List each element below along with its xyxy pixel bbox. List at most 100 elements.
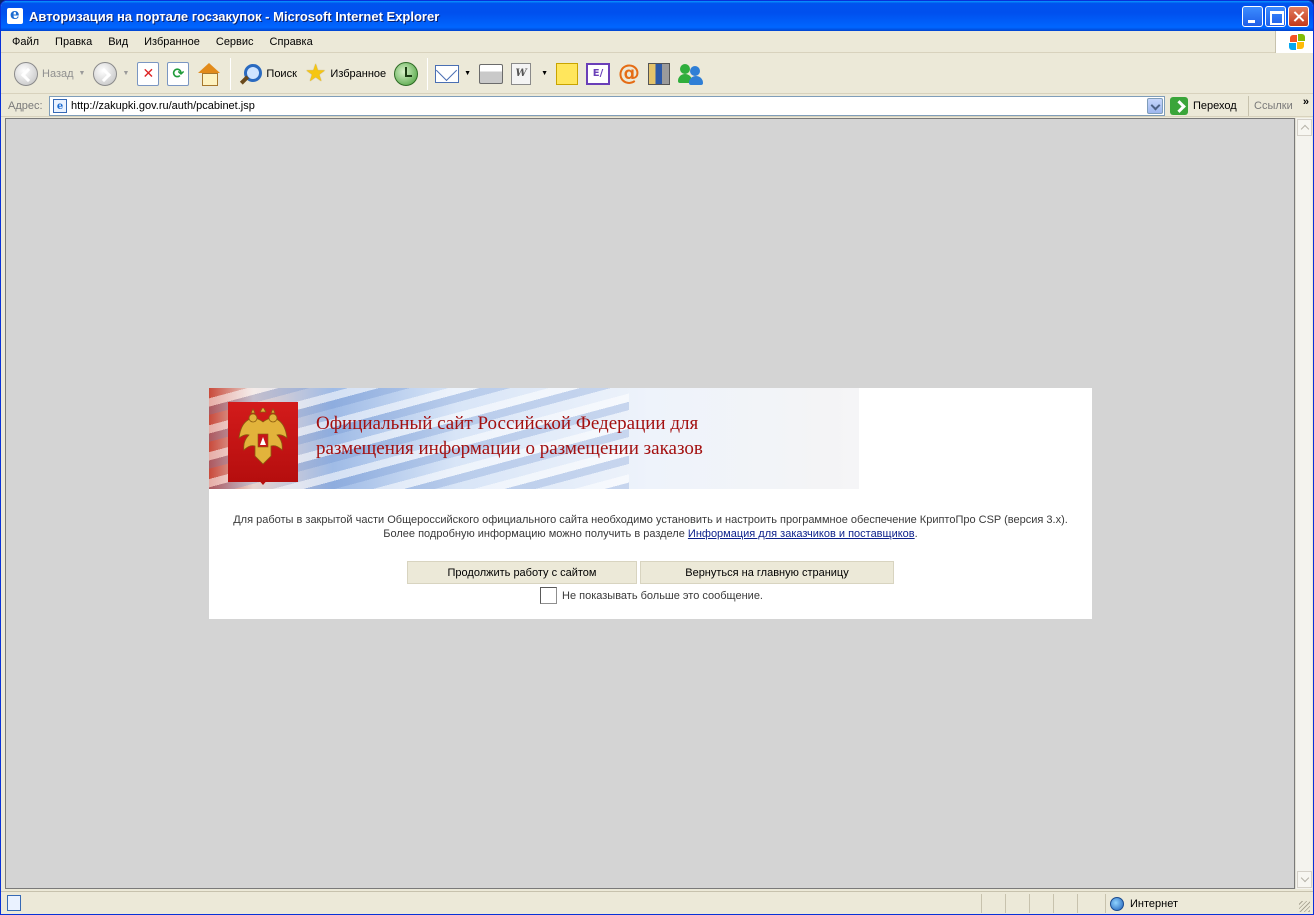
toolbar-separator (427, 57, 429, 90)
forward-button[interactable]: ▼ (90, 57, 132, 91)
russian-coat-of-arms-emblem (228, 402, 298, 485)
page-icon: e (53, 99, 67, 113)
window-controls (1242, 6, 1309, 27)
back-label: Назад (42, 67, 74, 80)
discuss-button[interactable] (553, 57, 581, 91)
address-dropdown-button[interactable] (1147, 98, 1163, 114)
banner-title-line1: Официальный сайт Российской Федерации дл… (316, 413, 699, 434)
menu-favorites[interactable]: Избранное (136, 31, 208, 53)
back-button[interactable]: Назад ▼ (11, 57, 88, 91)
status-cell (1005, 894, 1029, 913)
status-cell (1077, 894, 1105, 913)
site-banner: Официальный сайт Российской Федерации дл… (209, 388, 1092, 489)
menu-view[interactable]: Вид (100, 31, 136, 53)
crypto-notice-dialog: Официальный сайт Российской Федерации дл… (209, 388, 1092, 619)
banner-title: Официальный сайт Российской Федерации дл… (316, 411, 703, 461)
continue-button[interactable]: Продолжить работу с сайтом (407, 561, 637, 584)
menu-file[interactable]: Файл (1, 31, 47, 53)
dont-show-again-checkbox[interactable] (540, 587, 557, 604)
menu-bar: Файл Правка Вид Избранное Сервис Справка (1, 31, 1313, 53)
forward-dropdown-icon[interactable]: ▼ (122, 70, 129, 77)
address-url[interactable]: http://zakupki.gov.ru/auth/pcabinet.jsp (71, 100, 255, 112)
address-input[interactable]: e http://zakupki.gov.ru/auth/pcabinet.js… (49, 96, 1165, 116)
ie-page-icon (7, 5, 23, 24)
toolbar-separator (230, 57, 232, 90)
back-dropdown-icon[interactable]: ▼ (79, 70, 86, 77)
refresh-button[interactable]: ⟳ (164, 57, 192, 91)
messenger-icon (678, 63, 704, 85)
chevron-right-icon[interactable]: » (1303, 96, 1309, 108)
ie-window: Авторизация на портале госзакупок - Micr… (0, 0, 1314, 915)
resize-grip[interactable] (1299, 901, 1310, 912)
search-icon (238, 62, 263, 86)
vertical-scrollbar[interactable] (1295, 118, 1312, 889)
favorites-label: Избранное (330, 67, 387, 80)
favorites-button[interactable]: ★ Избранное (302, 57, 389, 91)
info-for-customers-link[interactable]: Информация для заказчиков и поставщиков (688, 528, 915, 540)
status-bar: Интернет (1, 891, 1313, 914)
go-label: Переход (1193, 100, 1237, 112)
note-icon (556, 62, 579, 85)
mail-button[interactable]: ▼ (432, 57, 474, 91)
notice-line2-suffix: . (914, 528, 918, 540)
home-icon (197, 62, 221, 86)
crypto-notice-text: Для работы в закрытой части Общероссийск… (209, 513, 1092, 541)
go-arrow-icon (1170, 97, 1188, 115)
maximize-button[interactable] (1265, 6, 1286, 27)
edit-button[interactable]: W ▼ (508, 57, 551, 91)
editor-button[interactable]: E/ (583, 57, 613, 91)
notice-line2: Более подробную информацию можно получит… (209, 527, 1092, 541)
favorites-star-icon: ★ (304, 59, 327, 87)
internet-globe-icon (1110, 896, 1124, 911)
return-home-button[interactable]: Вернуться на главную страницу (640, 561, 894, 584)
history-button[interactable] (391, 57, 421, 91)
refresh-icon: ⟳ (167, 61, 190, 86)
minimize-button[interactable] (1242, 6, 1263, 27)
status-cell (1029, 894, 1053, 913)
banner-title-line2: размещения информации о размещении заказ… (316, 438, 703, 459)
search-button[interactable]: Поиск (235, 57, 299, 91)
notice-line1: Для работы в закрытой части Общероссийск… (233, 514, 1068, 526)
mail-dropdown-icon[interactable]: ▼ (464, 70, 471, 77)
home-button[interactable] (194, 57, 224, 91)
scroll-down-button[interactable] (1297, 871, 1312, 888)
stop-button[interactable]: ✕ (134, 57, 162, 91)
research-button[interactable] (645, 57, 673, 91)
forward-arrow-icon (93, 61, 118, 86)
windows-logo-icon (1275, 31, 1313, 53)
go-button[interactable]: Переход (1170, 96, 1237, 116)
search-label: Поиск (266, 67, 297, 80)
edit-dropdown-icon[interactable]: ▼ (541, 70, 548, 77)
menu-edit[interactable]: Правка (47, 31, 100, 53)
word-edit-icon: W (511, 62, 532, 85)
print-button[interactable] (476, 57, 506, 91)
printer-icon (479, 63, 504, 84)
security-zone[interactable]: Интернет (1105, 894, 1295, 913)
at-button[interactable]: @ (615, 57, 643, 91)
dont-show-again-row: Не показывать больше это сообщение. (540, 587, 763, 604)
history-icon (394, 61, 419, 86)
address-bar: Адрес: e http://zakupki.gov.ru/auth/pcab… (1, 95, 1313, 117)
links-toolbar[interactable]: Ссылки » (1248, 96, 1313, 116)
menu-tools[interactable]: Сервис (208, 31, 262, 53)
links-label: Ссылки (1254, 100, 1293, 112)
stop-icon: ✕ (137, 61, 160, 86)
status-cell (981, 894, 1005, 913)
double-headed-eagle-icon (238, 408, 288, 465)
address-label: Адрес: (8, 99, 43, 112)
title-bar[interactable]: Авторизация на портале госзакупок - Micr… (1, 1, 1313, 31)
dont-show-again-label[interactable]: Не показывать больше это сообщение. (562, 590, 763, 602)
status-cell (1053, 894, 1077, 913)
messenger-button[interactable] (675, 57, 707, 91)
menu-help[interactable]: Справка (262, 31, 321, 53)
page-viewport: Официальный сайт Российской Федерации дл… (5, 118, 1295, 889)
close-button[interactable] (1288, 6, 1309, 27)
back-arrow-icon (14, 61, 38, 86)
at-sign-icon: @ (618, 60, 641, 86)
editor-icon: E/ (586, 62, 611, 85)
zone-label: Интернет (1130, 897, 1178, 910)
scroll-up-button[interactable] (1297, 119, 1312, 136)
status-page-icon (7, 895, 21, 911)
research-books-icon (648, 62, 671, 85)
standard-toolbar: Назад ▼ ▼ ✕ ⟳ Поиск ★ Избранное ▼ W ▼ E/… (1, 54, 1313, 94)
